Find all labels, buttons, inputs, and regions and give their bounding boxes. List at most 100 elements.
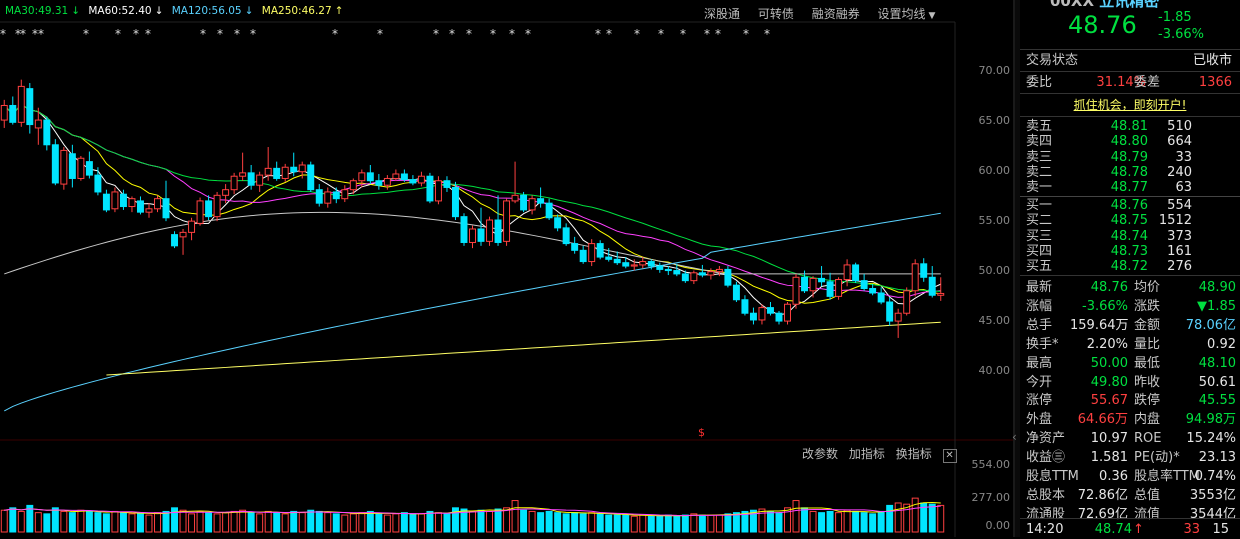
volume-bar [656, 515, 664, 533]
candle-body [171, 234, 179, 247]
stat-label: 金额 [1134, 317, 1161, 333]
price-tick-40: 40.00 [978, 364, 1011, 377]
volume-bar [94, 512, 102, 533]
bids-level-volume: 1512 [1158, 213, 1192, 229]
stat-value: 15.24% [1186, 431, 1236, 447]
asks-level-volume: 63 [1175, 180, 1192, 196]
bids-level-row[interactable]: 买二 48.75 1512 [1020, 213, 1240, 229]
price-tick-60: 60.00 [978, 164, 1011, 177]
volume-bar [230, 510, 238, 533]
candle-body [775, 312, 783, 322]
volume-bar [154, 512, 161, 533]
volume-bar [247, 512, 255, 533]
star-marker-icon: * [509, 27, 515, 41]
vol-tick-277: 277.00 [971, 491, 1011, 504]
bids-level-row[interactable]: 买三 48.74 373 [1020, 229, 1240, 245]
candle-body [128, 198, 136, 208]
stats-row: 收益㊂ 1.581 PE(动)* 23.13 [1020, 448, 1240, 467]
candle-body [554, 217, 562, 229]
stat-label: 涨停 [1026, 393, 1053, 409]
volume-bar [596, 513, 604, 533]
trade-status-value: 已收市 [1192, 53, 1232, 68]
close-icon[interactable]: ✕ [942, 449, 957, 463]
collapse-arrow-icon[interactable]: ‹ [1012, 430, 1017, 444]
volume-bar [409, 513, 417, 533]
add-indicator-button[interactable]: 加指标 [849, 447, 885, 461]
volume-bar [85, 510, 93, 533]
candle-body [477, 228, 485, 242]
candle-body [281, 166, 289, 179]
asks-level-price: 48.77 [1110, 180, 1148, 196]
bids-level-label: 买二 [1026, 213, 1053, 229]
candle-body [911, 263, 919, 292]
stock-code: 00XX [1050, 0, 1095, 10]
bids-level-volume: 554 [1167, 198, 1192, 213]
volume-bar [690, 513, 698, 533]
bids-level-row[interactable]: 买五 48.72 276 [1020, 259, 1240, 275]
volume-bar [894, 502, 902, 533]
volume-bar [877, 510, 885, 533]
asks-level-row[interactable]: 卖三 48.79 33 [1020, 150, 1240, 166]
candle-body [724, 268, 732, 286]
candle-body [494, 219, 502, 243]
edit-params-button[interactable]: 改参数 [802, 447, 838, 461]
stat-value: 0.74% [1194, 469, 1236, 484]
volume-bar [928, 503, 936, 533]
candle-body [869, 288, 877, 294]
volume-bar [520, 509, 528, 533]
candle-body [886, 301, 894, 322]
trade-status-row: 交易状态 已收市 [1020, 51, 1240, 70]
candle-body [43, 119, 51, 146]
asks-level-row[interactable]: 卖一 48.77 63 [1020, 180, 1240, 196]
switch-indicator-button[interactable]: 换指标 [896, 447, 932, 461]
up-arrow-icon: ↑ [1133, 522, 1144, 537]
bids-level-row[interactable]: 买一 48.76 554 [1020, 198, 1240, 214]
candle-body [34, 119, 42, 129]
candle-body [792, 276, 800, 305]
asks-level-row[interactable]: 卖五 48.81 510 [1020, 119, 1240, 135]
candle-body [664, 268, 672, 272]
candle-body [383, 177, 391, 186]
candle-body [349, 180, 357, 191]
vol-tick-0: 0.00 [985, 519, 1011, 532]
candle-body [315, 189, 323, 204]
volume-bar [562, 513, 570, 533]
bids-level-volume: 276 [1167, 259, 1192, 275]
star-marker-icon: * [133, 27, 139, 41]
stat-label: 内盘 [1134, 412, 1161, 428]
candle-body [588, 243, 596, 263]
candle-body [690, 272, 698, 282]
open-account-link[interactable]: 抓住机会，即刻开户! [1020, 96, 1240, 113]
star-marker-icon: * [217, 27, 223, 41]
candle-body [451, 186, 459, 218]
candle-body [613, 258, 621, 264]
bids-level-row[interactable]: 买四 48.73 161 [1020, 244, 1240, 260]
ma20-line [3, 104, 941, 298]
volume-bar [34, 512, 42, 533]
volume-bar [315, 510, 323, 533]
stats-row: 换手* 2.20% 量比 0.92 [1020, 335, 1240, 354]
last-trade-count: 15 [1212, 522, 1229, 537]
candle-body [375, 180, 383, 186]
volume-bar [213, 513, 221, 533]
stat-value: 49.80 [1090, 374, 1128, 390]
candle-body [809, 277, 817, 292]
volume-bar [51, 507, 59, 533]
price-tick-45: 45.00 [978, 314, 1011, 327]
asks-level-row[interactable]: 卖四 48.80 664 [1020, 134, 1240, 150]
asks-level-price: 48.81 [1110, 119, 1148, 134]
candle-body [647, 261, 655, 267]
kline-chart-area[interactable]: MA30:49.31 ↓ MA60:52.40 ↓ MA120:56.05 ↓ MA2… [0, 0, 1013, 537]
weibi-label: 委比 [1026, 75, 1053, 90]
volume-bar [469, 510, 476, 533]
dividend-marker-icon[interactable]: $ [698, 426, 705, 439]
candle-body [205, 200, 213, 218]
volume-bar [766, 510, 774, 533]
stats-row: 总手 159.64万 金额 78.06亿 [1020, 316, 1240, 335]
asks-level-volume: 33 [1175, 149, 1192, 165]
candle-body [9, 104, 17, 123]
asks-level-row[interactable]: 卖二 48.78 240 [1020, 165, 1240, 181]
volume-bar [383, 514, 391, 533]
candle-body [843, 264, 851, 281]
stat-value: 0.36 [1099, 469, 1128, 484]
